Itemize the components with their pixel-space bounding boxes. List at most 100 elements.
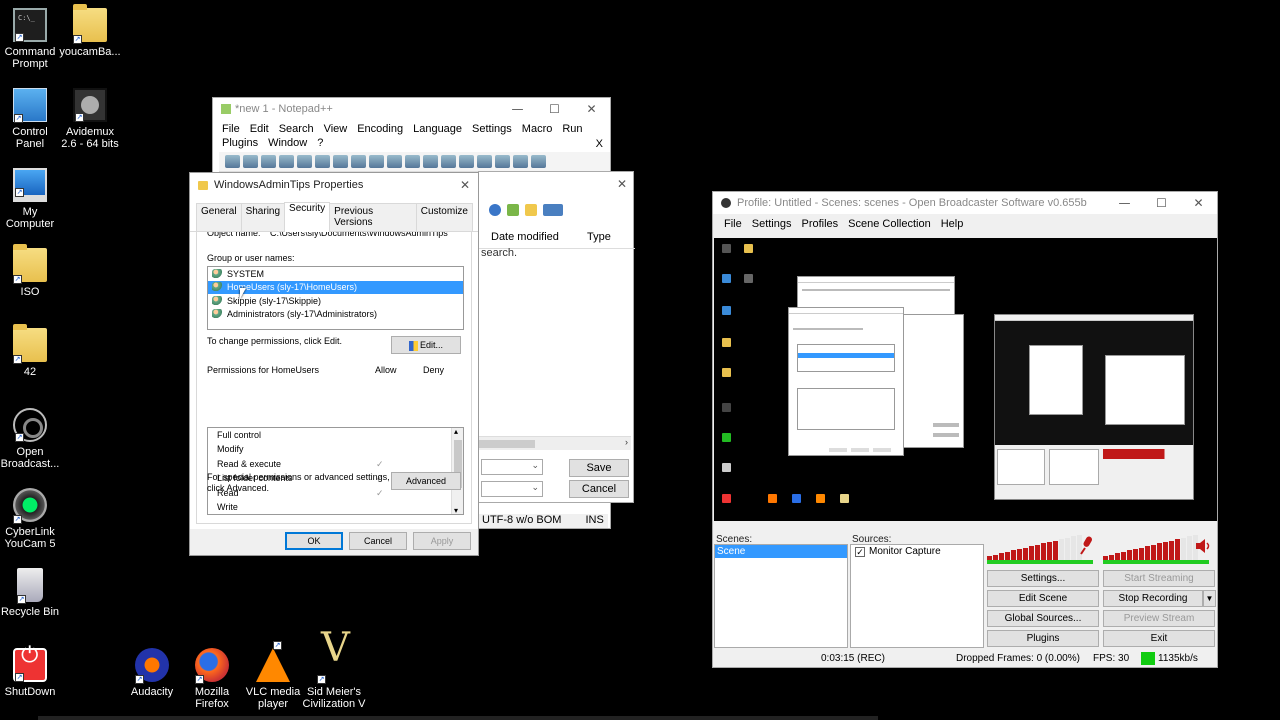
menu-item[interactable]: ? bbox=[312, 136, 328, 150]
maximize-icon[interactable]: ☐ bbox=[1143, 196, 1180, 210]
scene-item[interactable]: Scene bbox=[715, 545, 847, 558]
apply-button[interactable]: Apply bbox=[413, 532, 471, 550]
desktop-shortcut[interactable]: ↗ Avidemux 2.6 - 64 bits bbox=[58, 88, 122, 150]
recording-options-dropdown[interactable]: ▼ bbox=[1203, 590, 1216, 607]
edit-button[interactable]: Edit... bbox=[391, 336, 461, 354]
source-visibility-checkbox[interactable]: ✓ bbox=[855, 547, 865, 557]
preview-stream-button[interactable]: Preview Stream bbox=[1103, 610, 1215, 627]
exit-button[interactable]: Exit bbox=[1103, 630, 1215, 647]
properties-titlebar[interactable]: WindowsAdminTips Properties ✕ bbox=[190, 173, 478, 197]
horizontal-scrollbar[interactable]: › bbox=[479, 436, 631, 450]
menu-item[interactable]: Language bbox=[408, 122, 467, 136]
zoom-in-icon[interactable] bbox=[477, 155, 492, 168]
menu-item[interactable]: View bbox=[319, 122, 353, 136]
edit-scene-button[interactable]: Edit Scene bbox=[987, 590, 1099, 607]
speaker-icon[interactable] bbox=[1195, 538, 1210, 553]
scroll-down-icon[interactable]: ▾ bbox=[454, 506, 458, 515]
column-date-modified[interactable]: Date modified bbox=[491, 231, 559, 243]
find-icon[interactable] bbox=[441, 155, 456, 168]
menu-item[interactable]: Scene Collection bbox=[843, 217, 936, 231]
start-streaming-button[interactable]: Start Streaming bbox=[1103, 570, 1215, 587]
print-icon[interactable] bbox=[333, 155, 348, 168]
menu-item[interactable]: File bbox=[719, 217, 747, 231]
cancel-button[interactable]: Cancel bbox=[349, 532, 407, 550]
desktop-shortcut[interactable]: ↗ Command Prompt bbox=[0, 8, 62, 70]
desktop-shortcut[interactable]: ↗ Sid Meier's Civilization V bbox=[302, 642, 366, 710]
microphone-icon[interactable] bbox=[1079, 535, 1092, 555]
advanced-button[interactable]: Advanced bbox=[391, 472, 461, 490]
desktop-shortcut[interactable]: ↗ ISO bbox=[0, 244, 62, 298]
scroll-up-icon[interactable]: ▴ bbox=[454, 427, 458, 436]
save-icon[interactable] bbox=[261, 155, 276, 168]
close-document-icon[interactable]: X bbox=[591, 137, 608, 151]
save-dialog[interactable]: ✕ Date modified Type search. › ⌄ ⌄ Save … bbox=[478, 171, 635, 503]
menu-item[interactable]: File bbox=[217, 122, 245, 136]
view-options-icon[interactable] bbox=[543, 204, 563, 216]
source-item[interactable]: ✓ Monitor Capture bbox=[851, 545, 983, 559]
menu-item[interactable]: Help bbox=[936, 217, 969, 231]
microphone-volume-slider[interactable] bbox=[987, 560, 1093, 564]
group-item[interactable]: SYSTEM bbox=[208, 267, 463, 281]
group-item[interactable]: HomeUsers (sly-17\HomeUsers) bbox=[208, 280, 463, 294]
filename-select[interactable]: ⌄ bbox=[481, 459, 543, 475]
close-icon[interactable]: ✕ bbox=[573, 102, 610, 116]
close-file-icon[interactable] bbox=[297, 155, 312, 168]
desktop-shortcut[interactable]: ↗ Control Panel bbox=[0, 88, 62, 150]
up-folder-icon[interactable] bbox=[507, 204, 519, 216]
menu-item[interactable]: Macro bbox=[517, 122, 558, 136]
tab-sharing[interactable]: Sharing bbox=[240, 203, 286, 231]
desktop-shortcut[interactable]: ↗ Recycle Bin bbox=[0, 568, 62, 618]
menu-item[interactable]: Settings bbox=[747, 217, 797, 231]
minimize-icon[interactable]: — bbox=[1106, 196, 1143, 210]
word-wrap-icon[interactable] bbox=[531, 155, 546, 168]
menu-item[interactable]: Profiles bbox=[796, 217, 843, 231]
new-file-icon[interactable] bbox=[225, 155, 240, 168]
cut-icon[interactable] bbox=[351, 155, 366, 168]
tab-general[interactable]: General bbox=[196, 203, 242, 231]
obs-window[interactable]: Profile: Untitled - Scenes: scenes - Ope… bbox=[712, 191, 1218, 668]
maximize-icon[interactable]: ☐ bbox=[536, 102, 573, 116]
minimize-icon[interactable]: — bbox=[499, 102, 536, 116]
menu-item[interactable]: Edit bbox=[245, 122, 274, 136]
menu-item[interactable]: Encoding bbox=[352, 122, 408, 136]
desktop-shortcut[interactable]: ↗ youcamBa... bbox=[58, 4, 122, 58]
copy-icon[interactable] bbox=[369, 155, 384, 168]
vertical-scrollbar[interactable]: ▴ ▾ bbox=[451, 427, 463, 515]
group-item[interactable]: Skippie (sly-17\Skippie) bbox=[208, 294, 463, 308]
zoom-out-icon[interactable] bbox=[495, 155, 510, 168]
desktop-shortcut[interactable]: ↗ VLC media player bbox=[241, 641, 305, 710]
menu-item[interactable]: Window bbox=[263, 136, 312, 150]
menu-item[interactable]: Run bbox=[557, 122, 587, 136]
desktop-shortcut[interactable]: ↗ 42 bbox=[0, 324, 62, 378]
column-type[interactable]: Type bbox=[587, 231, 611, 243]
tab-security[interactable]: Security bbox=[284, 202, 331, 232]
sync-scroll-icon[interactable] bbox=[513, 155, 528, 168]
undo-icon[interactable] bbox=[405, 155, 420, 168]
desktop-shortcut[interactable]: ↗ Audacity bbox=[120, 648, 184, 698]
save-button[interactable]: Save bbox=[569, 459, 629, 477]
close-all-icon[interactable] bbox=[315, 155, 330, 168]
menu-item[interactable]: Settings bbox=[467, 122, 517, 136]
menu-item[interactable]: Search bbox=[274, 122, 319, 136]
new-folder-icon[interactable] bbox=[525, 204, 537, 216]
tab-customize[interactable]: Customize bbox=[415, 203, 473, 231]
properties-dialog[interactable]: WindowsAdminTips Properties ✕ General Sha… bbox=[189, 172, 479, 556]
global-sources-button[interactable]: Global Sources... bbox=[987, 610, 1099, 627]
tab-previous-versions[interactable]: Previous Versions bbox=[329, 203, 417, 231]
save-all-icon[interactable] bbox=[279, 155, 294, 168]
desktop-shortcut[interactable]: ↗ CyberLink YouCam 5 bbox=[0, 488, 62, 550]
group-item[interactable]: Administrators (sly-17\Administrators) bbox=[208, 308, 463, 322]
close-icon[interactable]: ✕ bbox=[617, 177, 627, 191]
settings-button[interactable]: Settings... bbox=[987, 570, 1099, 587]
filetype-select[interactable]: ⌄ bbox=[481, 481, 543, 497]
close-icon[interactable]: ✕ bbox=[452, 178, 478, 192]
plugins-button[interactable]: Plugins bbox=[987, 630, 1099, 647]
desktop-shortcut[interactable]: ↗ Mozilla Firefox bbox=[180, 648, 244, 710]
ok-button[interactable]: OK bbox=[285, 532, 343, 550]
replace-icon[interactable] bbox=[459, 155, 474, 168]
obs-titlebar[interactable]: Profile: Untitled - Scenes: scenes - Ope… bbox=[713, 192, 1217, 214]
scroll-right-icon[interactable]: › bbox=[625, 437, 628, 447]
desktop-shortcut[interactable]: ↗ ShutDown bbox=[0, 648, 62, 698]
notepad-titlebar[interactable]: *new 1 - Notepad++ — ☐ ✕ bbox=[213, 98, 610, 120]
desktop-volume-slider[interactable] bbox=[1103, 560, 1209, 564]
